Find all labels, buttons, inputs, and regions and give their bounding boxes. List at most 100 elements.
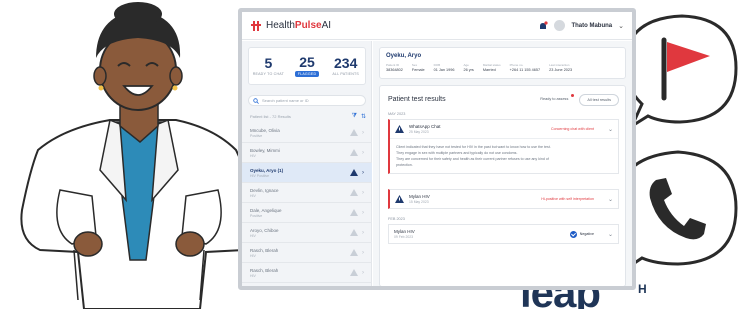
chevron-right-icon[interactable]: › xyxy=(362,170,364,176)
result-card-whatsapp-chat[interactable]: WhatsApp Chat 25 May 2023 Concerning cha… xyxy=(388,119,619,174)
result-date: 25 May 2023 xyxy=(409,130,429,134)
warning-triangle-icon xyxy=(395,125,404,133)
stat-label: Flagged xyxy=(294,71,320,77)
patient-status: Positive xyxy=(250,213,263,218)
stat-value: 25 xyxy=(299,54,315,70)
result-card-header[interactable]: Mylan HIV 09 Feb 2023 Negative ⌄ xyxy=(389,225,618,243)
patient-list-item[interactable]: Rasch, Blerah HIV › xyxy=(242,263,372,283)
section-date-may: MAY 2023 xyxy=(388,112,406,116)
patient-list-item[interactable]: Devlin, Ignace HIV › xyxy=(242,183,372,203)
chevron-right-icon[interactable]: › xyxy=(362,250,364,256)
chevron-right-icon[interactable]: › xyxy=(362,230,364,236)
tab-ready-to-assess[interactable]: Ready to assess xyxy=(533,94,575,106)
sort-icon[interactable]: ⇅ xyxy=(361,113,366,120)
field-value: 26 yrs xyxy=(463,68,474,72)
user-name[interactable]: Thato Mabuna xyxy=(571,23,612,29)
patient-field: Sex Female xyxy=(412,63,425,72)
patient-field: Age 26 yrs xyxy=(463,63,473,72)
notification-bell-icon[interactable] xyxy=(538,20,549,31)
chevron-right-icon[interactable]: › xyxy=(362,130,364,136)
field-key: Sex xyxy=(411,63,418,67)
search-icon xyxy=(253,97,259,104)
patient-status: HIV xyxy=(250,193,256,198)
results-title: Patient test results xyxy=(388,96,446,103)
warning-triangle-icon xyxy=(350,249,358,256)
result-card-mylan-hiv-negative[interactable]: Mylan HIV 09 Feb 2023 Negative ⌄ xyxy=(388,224,619,244)
notification-dot xyxy=(571,94,575,97)
warning-triangle-icon xyxy=(350,209,358,216)
result-flag-text: Concerning chat with client xyxy=(551,127,594,131)
patient-text: Devlin, Ignace HIV xyxy=(250,188,350,198)
patient-name: Devlin, Ignace xyxy=(250,187,279,193)
patient-list-item[interactable]: Oyeku, Aryo (1) HIV Positive › xyxy=(242,163,372,183)
chevron-down-icon[interactable]: ⌄ xyxy=(608,126,613,133)
search-placeholder: Search patient name or ID xyxy=(262,98,309,103)
user-avatar[interactable] xyxy=(554,20,566,31)
healthpulse-app-window: Health Pulse AI Thato Mabuna ⌄ 5 Ready to… xyxy=(238,8,636,290)
patient-status: HIV xyxy=(250,253,256,258)
patient-name: Aroyo, Chiboe xyxy=(250,227,279,233)
chevron-right-icon[interactable]: › xyxy=(362,150,364,156)
patient-list-item[interactable]: Rasch, Blerah HIV › xyxy=(242,243,372,263)
stat-value: 5 xyxy=(264,55,273,71)
chevron-right-icon[interactable]: › xyxy=(362,210,364,216)
stat-ready-to-chat[interactable]: 5 Ready to chat xyxy=(249,48,288,84)
result-card-mylan-hiv-positive[interactable]: Mylan HIV 15 May 2023 Hi-positive with s… xyxy=(388,189,619,209)
patient-text: Rasch, Blerah HIV xyxy=(250,248,350,258)
patient-list: Mncube, Olivia Positive › Bowley, Mimmi HIV ›… xyxy=(242,123,372,283)
warning-triangle-icon xyxy=(350,189,358,196)
patient-status: HIV xyxy=(250,273,256,278)
chevron-down-icon[interactable]: ⌄ xyxy=(618,22,624,30)
field-value: Married xyxy=(482,68,496,72)
field-key: Marital status xyxy=(482,63,501,67)
stat-label: All patients xyxy=(332,72,360,76)
field-key: Phone no. xyxy=(509,63,524,67)
warning-triangle-icon xyxy=(350,169,358,176)
brand-prefix: Health xyxy=(266,20,295,31)
patient-name: Bowley, Mimmi xyxy=(250,147,280,153)
patient-list-label: Patient list - 72 Results xyxy=(250,113,291,119)
patient-field: Phone no. +264 11 155 4657 xyxy=(510,63,540,72)
patient-search-input[interactable]: Search patient name or ID xyxy=(248,95,366,106)
patient-field: DOB 01 Jan 1996 xyxy=(434,63,455,72)
tab-label: Ready to assess xyxy=(540,97,569,101)
result-title: Mylan HIV xyxy=(394,229,415,234)
patient-text: Rasch, Blerah HIV xyxy=(250,268,350,278)
brand-mark-icon xyxy=(251,20,261,31)
patient-list-item[interactable]: Bowley, Mimmi HIV › xyxy=(242,143,372,163)
patient-stats: 5 Ready to chat 25 Flagged 234 All patie… xyxy=(248,47,366,85)
result-flag-text: Hi-positive with self interpretation xyxy=(541,197,594,201)
patient-text: Mncube, Olivia Positive xyxy=(250,128,350,138)
result-card-header[interactable]: Mylan HIV 15 May 2023 Hi-positive with s… xyxy=(390,190,618,208)
chevron-down-icon[interactable]: ⌄ xyxy=(608,196,613,203)
patient-list-item[interactable]: Dale, Angelique Positive › xyxy=(242,203,372,223)
patient-list-item[interactable]: Aroyo, Chiboe HIV › xyxy=(242,223,372,243)
stat-flagged[interactable]: 25 Flagged xyxy=(288,48,327,84)
patient-sidebar: 5 Ready to chat 25 Flagged 234 All patie… xyxy=(242,41,372,286)
filter-icon[interactable]: ⧩ xyxy=(352,113,357,120)
patient-status: HIV xyxy=(250,153,256,158)
warning-triangle-icon xyxy=(350,229,358,236)
top-bar: Health Pulse AI Thato Mabuna ⌄ xyxy=(242,12,632,40)
chat-summary-line: protection. xyxy=(396,163,413,167)
warning-triangle-icon xyxy=(350,149,358,156)
stat-all-patients[interactable]: 234 All patients xyxy=(326,48,365,84)
result-value: Negative xyxy=(579,232,594,236)
chevron-right-icon[interactable]: › xyxy=(362,190,364,196)
brand-logo[interactable]: Health Pulse AI xyxy=(250,20,331,32)
result-card-header[interactable]: WhatsApp Chat 25 May 2023 Concerning cha… xyxy=(390,120,618,138)
chevron-down-icon[interactable]: ⌄ xyxy=(608,231,613,238)
tab-all-test-results[interactable]: All test results xyxy=(579,94,619,106)
brand-suffix: AI xyxy=(321,20,332,31)
field-value: 38364802 xyxy=(386,68,403,72)
patient-text: Bowley, Mimmi HIV xyxy=(250,148,350,158)
patient-name: Rasch, Blerah xyxy=(250,247,279,253)
result-date: 09 Feb 2023 xyxy=(394,235,414,239)
patient-summary-card: Oyeku, Aryo Patient ID 38364802 Sex Female D… xyxy=(379,47,626,79)
chevron-right-icon[interactable]: › xyxy=(362,270,364,276)
patient-list-item[interactable]: Mncube, Olivia Positive › xyxy=(242,123,372,143)
patient-text: Aroyo, Chiboe HIV xyxy=(250,228,350,238)
stat-label: Ready to chat xyxy=(252,72,284,76)
result-title: Mylan HIV xyxy=(409,194,430,199)
patient-name: Oyeku, Aryo xyxy=(386,53,422,59)
